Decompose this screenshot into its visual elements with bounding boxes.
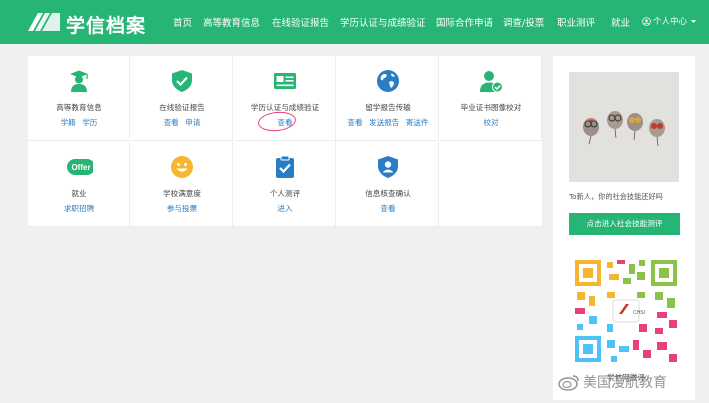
nav-item-employment[interactable]: 就业 bbox=[611, 15, 630, 29]
service-title: 个人测评 bbox=[269, 189, 301, 198]
nav-item-online-verification[interactable]: 在线验证报告 bbox=[272, 15, 329, 29]
user-shield-icon bbox=[378, 156, 398, 178]
user-menu[interactable]: 个人中心 bbox=[642, 15, 698, 27]
qr-code-icon: CHSI bbox=[571, 256, 681, 366]
link-job-search[interactable]: 求职招聘 bbox=[64, 204, 94, 213]
service-title: 在线验证报告 bbox=[159, 103, 205, 112]
service-certificate-image-check: 毕业证书图像校对 校对 bbox=[440, 56, 542, 141]
services-panel: 高等教育信息 学籍 学历 在线验证报告 查看 申请 学历认证与成绩验证 查看 留… bbox=[28, 56, 542, 227]
link-vote[interactable]: 参与投票 bbox=[167, 204, 197, 213]
service-title: 毕业证书图像校对 bbox=[460, 103, 522, 112]
sidebar: To新人，你的社会技能还好吗 点击进入社会技能测评 CHSI 学信网微评 bbox=[553, 56, 695, 400]
id-card-icon bbox=[274, 73, 296, 89]
book-logo-icon bbox=[28, 13, 60, 31]
link-view[interactable]: 查看 bbox=[164, 118, 179, 127]
link-enter[interactable]: 进入 bbox=[277, 204, 292, 213]
link-mailing[interactable]: 寄送件 bbox=[406, 118, 429, 127]
link-apply[interactable]: 申请 bbox=[185, 118, 200, 127]
service-online-verification: 在线验证报告 查看 申请 bbox=[131, 56, 233, 141]
nav-item-international[interactable]: 国际合作申请 bbox=[436, 15, 493, 29]
social-skills-test-button[interactable]: 点击进入社会技能测评 bbox=[569, 213, 680, 235]
top-header: 学信档案 首页 高等教育信息 在线验证报告 学历认证与成绩验证 国际合作申请 调… bbox=[0, 0, 709, 44]
chevron-down-icon bbox=[690, 19, 697, 23]
link-view[interactable]: 查看 bbox=[380, 204, 395, 213]
service-title: 高等教育信息 bbox=[56, 103, 102, 112]
nav-item-survey[interactable]: 调查/投票 bbox=[503, 15, 544, 29]
nav-item-home[interactable]: 首页 bbox=[173, 15, 192, 29]
service-employment: Offer 就业 求职招聘 bbox=[28, 142, 130, 227]
link-proofread[interactable]: 校对 bbox=[483, 118, 498, 127]
link-student-status[interactable]: 学籍 bbox=[61, 118, 76, 127]
logo-text: 学信档案 bbox=[66, 15, 147, 37]
smiley-icon bbox=[171, 156, 193, 178]
service-title: 信息核查确认 bbox=[365, 189, 411, 198]
service-title: 就业 bbox=[71, 189, 87, 198]
globe-icon bbox=[377, 70, 399, 92]
promo-caption: To新人，你的社会技能还好吗 bbox=[569, 192, 663, 201]
service-info-verification: 信息核查确认 查看 bbox=[337, 142, 439, 227]
link-degree[interactable]: 学历 bbox=[82, 118, 97, 127]
empty-cell bbox=[440, 142, 542, 227]
service-higher-education: 高等教育信息 学籍 学历 bbox=[28, 56, 130, 141]
offer-badge-text: Offer bbox=[71, 163, 90, 172]
user-check-icon bbox=[480, 71, 503, 93]
service-study-abroad-transfer: 留学报告传输 查看 发送报告 寄送件 bbox=[337, 56, 439, 141]
weibo-icon bbox=[558, 375, 579, 391]
link-view[interactable]: 查看 bbox=[347, 118, 362, 127]
nav-item-career-test[interactable]: 职业测评 bbox=[557, 15, 595, 29]
service-school-satisfaction: 学校满意度 参与投票 bbox=[131, 142, 233, 227]
nav-item-higher-education[interactable]: 高等教育信息 bbox=[203, 15, 260, 29]
service-personal-assessment: 个人测评 进入 bbox=[234, 142, 336, 227]
watermark-text: 美国漫航教育 bbox=[583, 375, 667, 391]
promo-image[interactable] bbox=[569, 72, 679, 182]
service-title: 学校满意度 bbox=[163, 189, 201, 198]
clipboard-check-icon bbox=[276, 155, 294, 178]
link-send-report[interactable]: 发送报告 bbox=[369, 118, 399, 127]
svg-text:CHSI: CHSI bbox=[633, 310, 645, 316]
shield-check-icon bbox=[172, 70, 192, 92]
birds-on-wire-illustration bbox=[569, 72, 679, 182]
nav-item-degree-certification[interactable]: 学历认证与成绩验证 bbox=[340, 15, 426, 29]
watermark: 美国漫航教育 bbox=[558, 372, 667, 392]
service-title: 留学报告传输 bbox=[365, 103, 411, 112]
offer-badge-icon: Offer bbox=[67, 159, 93, 175]
graduate-icon bbox=[70, 70, 88, 92]
user-circle-icon bbox=[642, 16, 651, 26]
user-menu-label: 个人中心 bbox=[653, 17, 688, 27]
